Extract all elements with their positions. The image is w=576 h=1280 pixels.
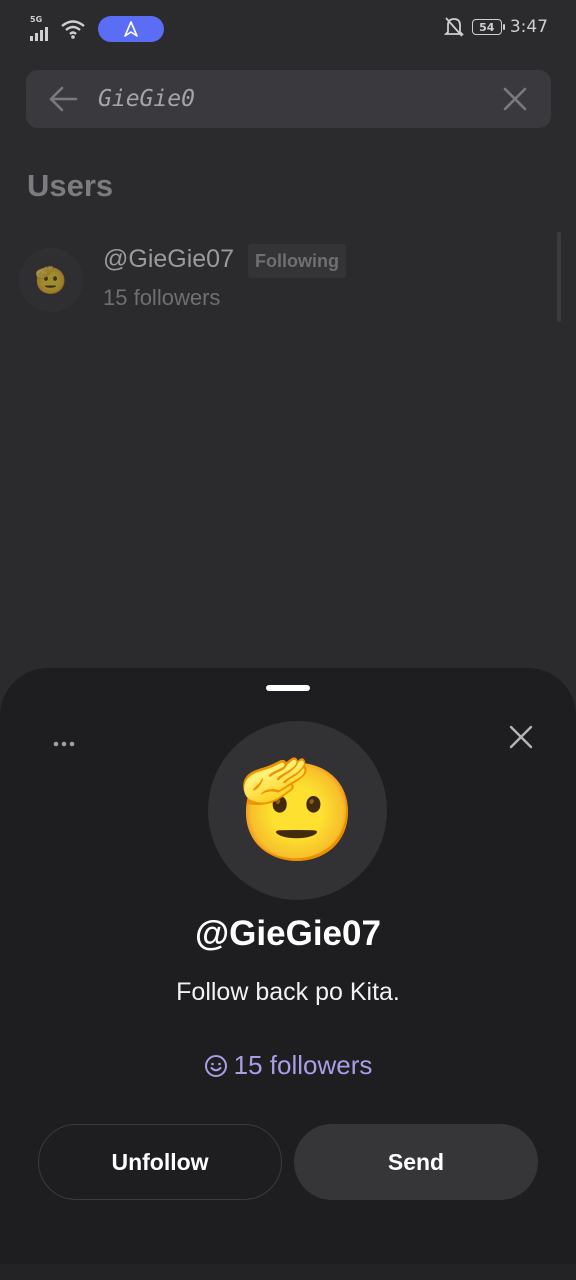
- scrollbar[interactable]: [557, 232, 561, 322]
- search-bar[interactable]: GieGie0: [26, 70, 551, 128]
- avatar: 🫡: [19, 248, 83, 312]
- navigation-icon: [124, 21, 138, 37]
- network-type: 5G: [30, 15, 43, 24]
- close-icon[interactable]: [507, 723, 535, 751]
- section-title: Users: [27, 168, 114, 203]
- profile-followers-label: 15 followers: [233, 1050, 373, 1080]
- following-badge: Following: [248, 244, 346, 278]
- user-list-item[interactable]: 🫡 @GieGie07 Following 15 followers: [19, 240, 539, 320]
- bell-off-icon: [443, 17, 464, 37]
- profile-avatar: 🫡: [208, 721, 387, 900]
- smiley-icon: [204, 1054, 227, 1077]
- status-right: 54 3:47: [443, 16, 548, 38]
- clear-icon[interactable]: [503, 87, 527, 111]
- status-left: 5G: [30, 15, 164, 42]
- user-handle: @GieGie07: [103, 245, 234, 273]
- system-nav-bar: [0, 1264, 576, 1280]
- unfollow-button[interactable]: Unfollow: [38, 1124, 282, 1200]
- profile-handle: @GieGie07: [195, 914, 381, 953]
- drag-handle[interactable]: [266, 685, 310, 691]
- profile-bio: Follow back po Kita.: [176, 978, 400, 1006]
- follower-count: 15 followers: [103, 285, 221, 310]
- profile-followers[interactable]: 15 followers: [0, 1050, 576, 1081]
- more-options-icon[interactable]: [52, 734, 76, 754]
- battery-icon: 54: [471, 19, 505, 35]
- navigation-pill[interactable]: [98, 16, 164, 42]
- clock: 3:47: [509, 17, 548, 37]
- search-input[interactable]: GieGie0: [98, 86, 195, 112]
- back-arrow-icon[interactable]: [48, 85, 78, 113]
- signal-icon: 5G: [30, 15, 54, 41]
- send-button[interactable]: Send: [294, 1124, 538, 1200]
- wifi-icon: [61, 20, 85, 39]
- status-bar: 5G 54 3:47: [0, 0, 576, 58]
